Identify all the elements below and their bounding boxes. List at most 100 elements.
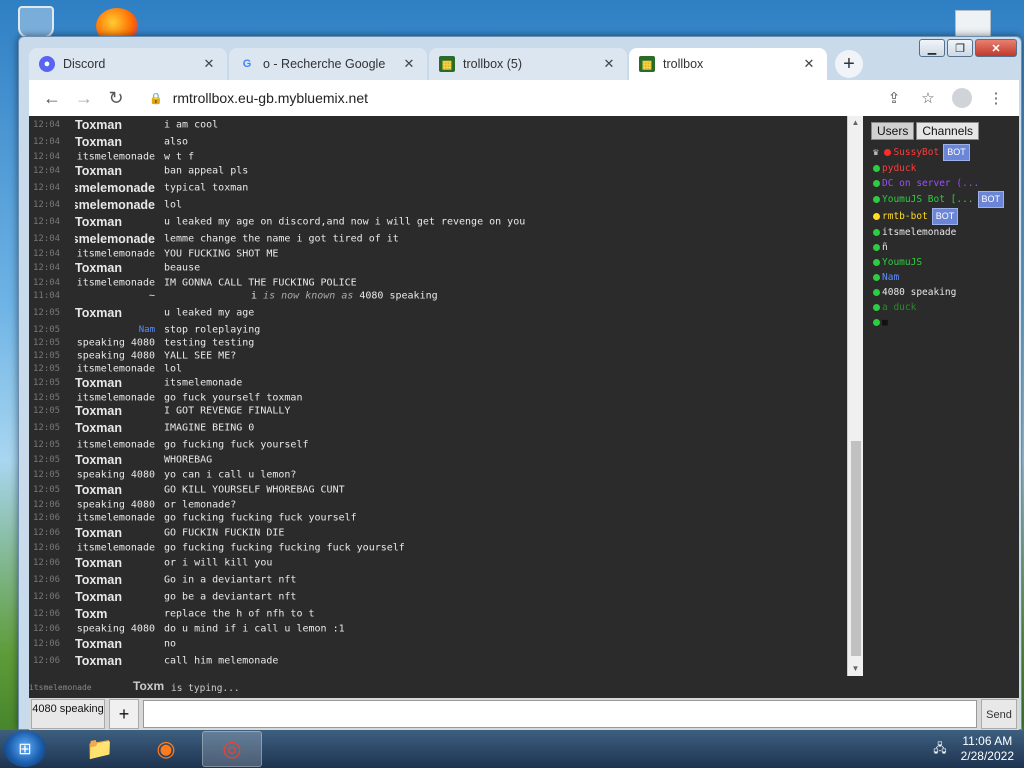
chat-message: 12:04 itsmelemonade typical toxman [29,179,847,196]
message-nick[interactable]: itsmelemonade [75,512,155,523]
message-text: go fucking fucking fuck yourself [164,512,357,523]
tab-trollbox[interactable]: ▦ trollbox ✕ [629,48,827,80]
message-nick[interactable]: itsmelemonade [75,248,155,259]
user-list-item[interactable]: ♛ SussyBot BOT [867,144,1015,161]
tab-label: trollbox [663,57,704,71]
message-nick[interactable]: 4080 speaking [75,499,155,510]
message-nick[interactable]: Nam [75,325,155,335]
user-list-item[interactable]: ñ [867,240,1015,255]
user-list-item[interactable]: YoumuJS Bot [... BOT [867,191,1015,208]
message-text: IMAGINE BEING 0 [164,422,255,433]
address-bar[interactable]: 🔒 rmtrollbox.eu-gb.mybluemix.net [139,83,873,113]
tab-channels[interactable]: Channels [916,122,980,140]
message-nick[interactable]: Toxman [75,261,155,275]
new-tab-button[interactable]: + [835,50,863,78]
start-button[interactable]: ⊞ [4,731,46,767]
message-nick[interactable]: itsmelemonade [75,232,155,246]
system-message: i is now known as 4080 speaking [251,290,438,301]
user-list-item[interactable]: itsmelemonade [867,225,1015,240]
message-nick[interactable]: Toxman [75,118,155,132]
message-input[interactable] [143,700,977,728]
message-nick[interactable]: itsmelemonade [75,151,155,162]
message-nick[interactable]: Toxman [75,164,155,178]
lock-icon[interactable]: 🔒 [149,92,163,105]
typing-text: is typing... [171,683,240,694]
message-nick[interactable]: Toxman [75,526,155,540]
message-time: 12:05 [33,422,61,433]
tab-close-icon[interactable]: ✕ [201,56,217,72]
tab-trollbox-5[interactable]: ▦ trollbox (5) ✕ [429,48,627,80]
message-nick[interactable]: Toxman [75,483,155,497]
message-nick[interactable]: Toxman [75,306,155,320]
scroll-down-icon[interactable]: ▼ [848,662,863,676]
message-nick[interactable]: 4080 speaking [75,337,155,348]
network-icon[interactable]: 🖧 [933,739,946,760]
user-list-item[interactable]: YoumuJS [867,255,1015,270]
user-list-item[interactable]: ■ [867,315,1015,330]
user-list-item[interactable]: a duck [867,300,1015,315]
share-icon[interactable]: ⇪ [879,83,909,113]
tab-close-icon[interactable]: ✕ [401,56,417,72]
message-nick[interactable]: Toxman [75,590,155,604]
tab-discord[interactable]: ● Discord ✕ [29,48,227,80]
message-nick[interactable]: Toxman [75,376,155,390]
message-nick[interactable]: Toxman [75,404,155,418]
profile-avatar[interactable] [947,83,977,113]
message-time: 12:04 [33,277,61,288]
message-time: 12:05 [33,307,61,318]
scroll-up-icon[interactable]: ▲ [848,116,863,130]
clock[interactable]: 11:06 AM 2/28/2022 [961,734,1014,764]
message-nick[interactable]: Toxm [75,607,155,621]
user-list-item[interactable]: 4080 speaking [867,285,1015,300]
add-button[interactable]: + [109,699,139,729]
message-nick[interactable]: Toxman [75,637,155,651]
tab-close-icon[interactable]: ✕ [601,56,617,72]
user-list-item[interactable]: DC on server (... [867,176,1015,191]
message-nick[interactable]: 4080 speaking [75,469,155,480]
recycle-bin-icon[interactable] [18,6,54,38]
scroll-thumb[interactable] [851,441,861,656]
message-nick[interactable]: ~ [75,290,155,301]
message-nick[interactable]: itsmelemonade [75,542,155,553]
message-nick[interactable]: itsmelemonade [75,392,155,403]
message-nick[interactable]: Toxman [75,573,155,587]
message-nick[interactable]: 4080 speaking [75,623,155,634]
message-nick[interactable]: itsmelemonade [75,198,155,212]
message-nick[interactable]: Toxman [75,215,155,229]
message-text: also [164,136,189,147]
firefox-icon[interactable]: ◉ [136,731,196,767]
message-nick[interactable]: itsmelemonade [75,181,155,195]
user-list-item[interactable]: pyduck [867,161,1015,176]
back-icon[interactable]: ← [37,83,67,113]
browser-window: ▁ ❐ ✕ ● Discord ✕ G o - Recherche Google… [18,36,1022,730]
message-nick[interactable]: Toxman [75,453,155,467]
message-nick[interactable]: itsmelemonade [75,277,155,288]
trollbox-page: 12:04 Toxman i am cool 12:04 Toxman also 12:04… [29,116,1019,730]
send-button[interactable]: Send [981,699,1017,729]
tab-users[interactable]: Users [871,122,915,140]
tab-google[interactable]: G o - Recherche Google ✕ [229,48,427,80]
tab-close-icon[interactable]: ✕ [801,56,817,72]
file-explorer-icon[interactable]: 📁 [70,731,130,767]
message-time: 12:06 [33,527,61,538]
message-time: 12:04 [33,263,61,273]
bookmark-star-icon[interactable]: ☆ [913,83,943,113]
menu-kebab-icon[interactable]: ⋮ [981,83,1011,113]
message-nick[interactable]: Toxman [75,135,155,149]
message-time: 12:04 [33,182,61,193]
message-nick[interactable]: Toxman [75,556,155,570]
chrome-icon[interactable]: ◎ [202,731,262,767]
forward-icon[interactable]: → [69,83,99,113]
status-dot-icon [873,213,880,220]
message-nick[interactable]: Toxman [75,421,155,435]
trollbox-icon: ▦ [439,56,455,72]
message-nick[interactable]: itsmelemonade [75,439,155,450]
message-nick[interactable]: Toxman [75,654,155,668]
message-nick[interactable]: 4080 speaking [75,350,155,361]
user-list-item[interactable]: rmtb-bot BOT [867,208,1015,225]
user-list-item[interactable]: Nam [867,270,1015,285]
message-nick[interactable]: itsmelemonade [75,363,155,374]
nickname-button[interactable]: 4080 speaking [31,699,105,729]
reload-icon[interactable]: ↻ [101,83,131,113]
chat-scrollbar[interactable]: ▲ ▼ [847,116,863,676]
